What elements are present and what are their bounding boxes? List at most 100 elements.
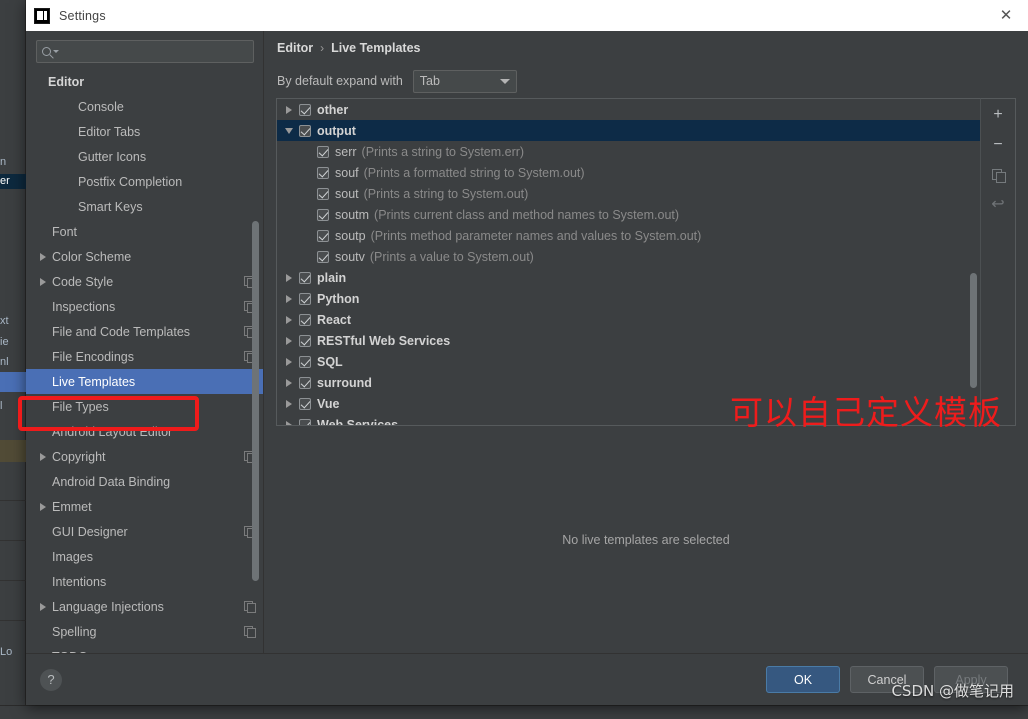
breadcrumb: Editor › Live Templates <box>276 31 1016 64</box>
add-template-button[interactable]: + <box>985 104 1011 126</box>
sidebar-item-code-style[interactable]: Code Style <box>26 269 263 294</box>
sidebar-item-editor[interactable]: Editor <box>26 69 263 94</box>
watermark-text: CSDN @做笔记用 <box>891 682 1014 700</box>
chevron-right-icon[interactable] <box>283 399 295 408</box>
template-row[interactable]: output <box>277 120 980 141</box>
chevron-right-icon[interactable] <box>283 273 295 282</box>
chevron-right-icon[interactable] <box>40 252 46 261</box>
sidebar-item-android-layout-editor[interactable]: Android Layout Editor <box>26 419 263 444</box>
copy-icon <box>992 169 1006 183</box>
sidebar-item-label: Smart Keys <box>78 199 143 214</box>
sidebar-item-inspections[interactable]: Inspections <box>26 294 263 319</box>
help-button[interactable]: ? <box>40 668 62 691</box>
template-row[interactable]: sout (Prints a string to System.out) <box>277 183 980 204</box>
sidebar-item-color-scheme[interactable]: Color Scheme <box>26 244 263 269</box>
sidebar-item-label: Editor Tabs <box>78 124 141 139</box>
template-checkbox[interactable] <box>317 166 329 179</box>
sidebar-item-copyright[interactable]: Copyright <box>26 444 263 469</box>
template-checkbox[interactable] <box>317 229 329 242</box>
sidebar-item-android-data-binding[interactable]: Android Data Binding <box>26 469 263 494</box>
settings-dialog: Settings ✕ Editor Console Editor Tabs Gutte… <box>18 0 1028 705</box>
template-row[interactable]: plain <box>277 267 980 288</box>
search-icon <box>42 47 51 56</box>
chevron-right-icon[interactable] <box>283 105 295 114</box>
template-row[interactable]: Python <box>277 288 980 309</box>
remove-template-button[interactable]: − <box>985 134 1011 156</box>
sidebar-item-language-injections[interactable]: Language Injections <box>26 594 263 619</box>
expand-with-value: Tab <box>419 74 440 88</box>
sidebar-item-gui-designer[interactable]: GUI Designer <box>26 519 263 544</box>
template-checkbox[interactable] <box>299 376 311 389</box>
templates-tree[interactable]: other output serr (Prints a string to Syste… <box>276 98 980 426</box>
template-checkbox[interactable] <box>299 103 311 116</box>
chevron-right-icon[interactable] <box>283 336 295 345</box>
sidebar-item-editor-tabs[interactable]: Editor Tabs <box>26 119 263 144</box>
sidebar-items-list[interactable]: Editor Console Editor Tabs Gutter Icons Post… <box>26 69 263 653</box>
sidebar-item-console[interactable]: Console <box>26 94 263 119</box>
template-checkbox[interactable] <box>317 208 329 221</box>
template-row[interactable]: serr (Prints a string to System.err) <box>277 141 980 162</box>
template-checkbox[interactable] <box>317 250 329 263</box>
chevron-right-icon[interactable] <box>283 315 295 324</box>
sidebar-item-font[interactable]: Font <box>26 219 263 244</box>
sidebar-item-gutter-icons[interactable]: Gutter Icons <box>26 144 263 169</box>
search-box[interactable] <box>36 40 254 63</box>
close-icon[interactable]: ✕ <box>984 0 1028 31</box>
chevron-right-icon[interactable] <box>283 294 295 303</box>
template-checkbox[interactable] <box>299 313 311 326</box>
chevron-right-icon[interactable] <box>283 420 295 425</box>
duplicate-template-button[interactable] <box>985 164 1011 186</box>
chevron-right-icon[interactable] <box>283 378 295 387</box>
sidebar-item-postfix-completion[interactable]: Postfix Completion <box>26 169 263 194</box>
sidebar-item-todo[interactable]: TODO <box>26 644 263 654</box>
sidebar-item-label: Live Templates <box>52 374 136 389</box>
sidebar-item-spelling[interactable]: Spelling <box>26 619 263 644</box>
breadcrumb-parent[interactable]: Editor <box>277 41 313 55</box>
templates-scrollbar-thumb[interactable] <box>970 273 977 388</box>
template-row[interactable]: RESTful Web Services <box>277 330 980 351</box>
template-row[interactable]: soutp (Prints method parameter names and … <box>277 225 980 246</box>
sidebar-item-smart-keys[interactable]: Smart Keys <box>26 194 263 219</box>
sidebar-item-intentions[interactable]: Intentions <box>26 569 263 594</box>
template-label: serr <box>335 144 357 159</box>
expand-with-select[interactable]: Tab <box>412 69 517 93</box>
template-checkbox[interactable] <box>299 271 311 284</box>
template-checkbox[interactable] <box>317 187 329 200</box>
chevron-right-icon[interactable] <box>40 452 46 461</box>
template-row[interactable]: other <box>277 99 980 120</box>
template-description: (Prints a formatted string to System.out… <box>363 165 585 180</box>
template-row[interactable]: SQL <box>277 351 980 372</box>
chevron-down-icon[interactable] <box>283 127 295 134</box>
template-row[interactable]: soutm (Prints current class and method na… <box>277 204 980 225</box>
sidebar-item-images[interactable]: Images <box>26 544 263 569</box>
template-checkbox[interactable] <box>299 418 311 425</box>
template-checkbox[interactable] <box>299 334 311 347</box>
template-checkbox[interactable] <box>317 145 329 158</box>
breadcrumb-current: Live Templates <box>331 40 421 55</box>
search-input[interactable] <box>59 44 248 59</box>
template-checkbox[interactable] <box>299 355 311 368</box>
sidebar-search-wrapper <box>26 31 263 69</box>
sidebar-item-file-types[interactable]: File Types <box>26 394 263 419</box>
chevron-right-icon[interactable] <box>40 502 46 511</box>
template-label: React <box>317 312 352 327</box>
sidebar-scrollbar-thumb[interactable] <box>252 221 259 581</box>
sidebar-item-file-and-code-templates[interactable]: File and Code Templates <box>26 319 263 344</box>
sidebar-item-live-templates[interactable]: Live Templates <box>26 369 263 394</box>
chevron-right-icon[interactable] <box>40 277 46 286</box>
sidebar-item-emmet[interactable]: Emmet <box>26 494 263 519</box>
sidebar-scrollbar[interactable] <box>251 31 260 653</box>
template-row[interactable]: React <box>277 309 980 330</box>
sidebar-item-file-encodings[interactable]: File Encodings <box>26 344 263 369</box>
template-row[interactable]: soutv (Prints a value to System.out) <box>277 246 980 267</box>
background-text-fragment: xt <box>0 315 9 327</box>
ok-button[interactable]: OK <box>766 666 840 693</box>
template-row[interactable]: souf (Prints a formatted string to System… <box>277 162 980 183</box>
template-checkbox[interactable] <box>299 397 311 410</box>
chevron-right-icon[interactable] <box>283 357 295 366</box>
chevron-right-icon[interactable] <box>40 602 46 611</box>
revert-template-button[interactable]: ↩ <box>985 194 1011 216</box>
template-checkbox[interactable] <box>299 292 311 305</box>
templates-scrollbar[interactable] <box>969 101 978 423</box>
template-checkbox[interactable] <box>299 124 311 137</box>
